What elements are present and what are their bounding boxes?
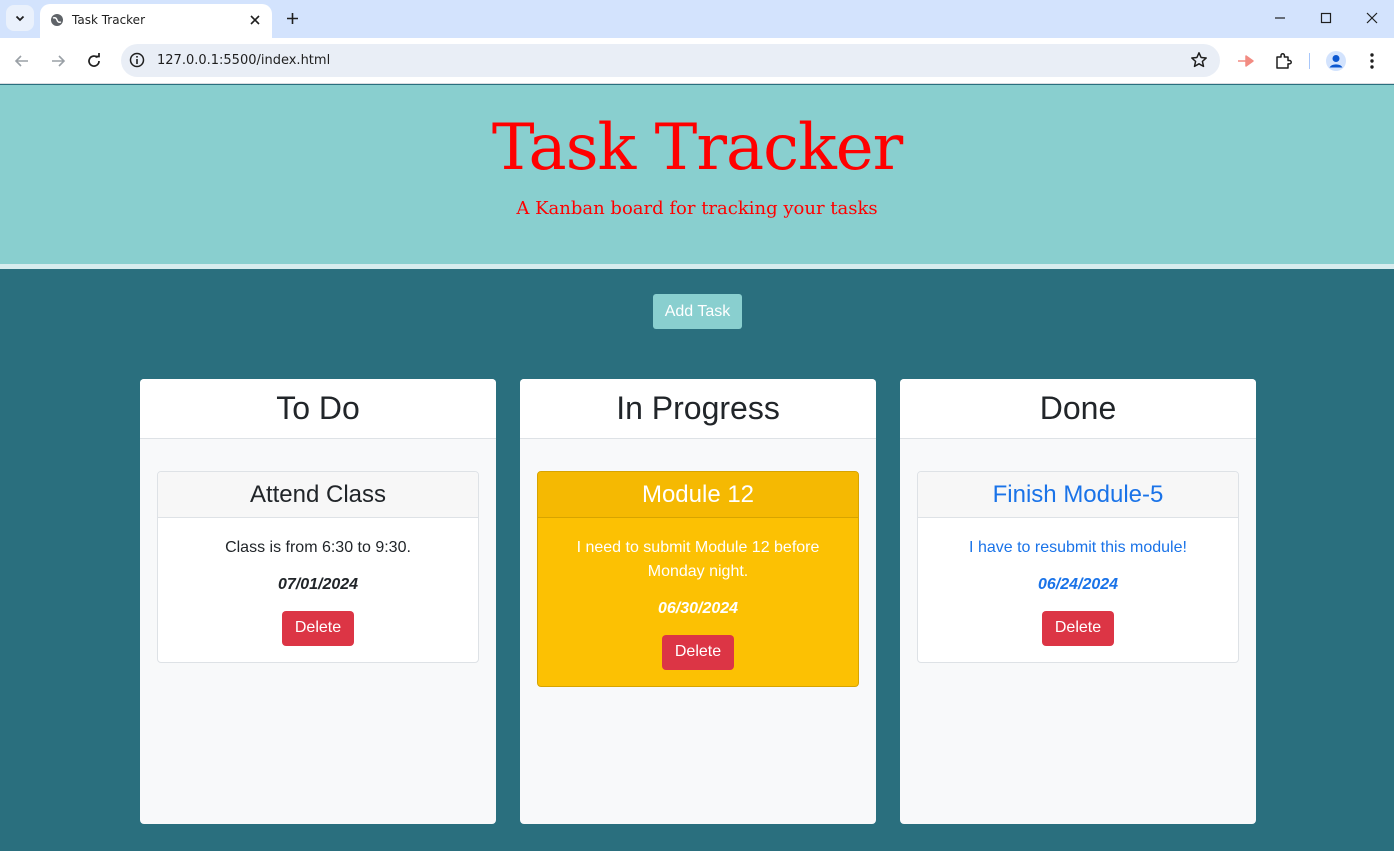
arrow-left-icon xyxy=(14,55,28,67)
task-body: Class is from 6:30 to 9:30. 07/01/2024 D… xyxy=(158,518,478,662)
header-divider xyxy=(0,264,1394,269)
address-bar[interactable]: 127.0.0.1:5500/index.html xyxy=(121,44,1220,77)
task-card[interactable]: Attend Class Class is from 6:30 to 9:30.… xyxy=(157,471,479,663)
profile-button[interactable] xyxy=(1324,49,1348,73)
task-title: Attend Class xyxy=(158,472,478,518)
page-subtitle: A Kanban board for tracking your tasks xyxy=(516,198,878,219)
delete-button[interactable]: Delete xyxy=(661,635,735,670)
task-title: Module 12 xyxy=(538,472,858,518)
puzzle-icon xyxy=(1276,53,1292,69)
globe-icon xyxy=(51,14,63,26)
forward-button[interactable] xyxy=(45,48,71,74)
arrow-right-icon xyxy=(52,55,66,67)
add-task-button[interactable]: Add Task xyxy=(653,294,742,329)
task-due-date: 07/01/2024 xyxy=(277,576,359,593)
extensions-button[interactable] xyxy=(1271,49,1295,73)
tab-close-button[interactable] xyxy=(246,11,264,29)
delete-button[interactable]: Delete xyxy=(281,611,355,646)
maximize-icon xyxy=(1320,12,1332,24)
browser-tab[interactable]: Task Tracker xyxy=(40,4,272,38)
tab-title: Task Tracker xyxy=(72,13,146,27)
lane-todo: To Do Attend Class Class is from 6:30 to… xyxy=(140,379,496,824)
task-title: Finish Module-5 xyxy=(918,472,1238,518)
maximize-button[interactable] xyxy=(1313,6,1339,30)
extension-button[interactable] xyxy=(1234,49,1258,73)
task-card[interactable]: Finish Module-5 I have to resubmit this … xyxy=(917,471,1239,663)
lane-title: To Do xyxy=(140,379,496,439)
lane-done: Done Finish Module-5 I have to resubmit … xyxy=(900,379,1256,824)
task-card[interactable]: Module 12 I need to submit Module 12 bef… xyxy=(537,471,859,687)
browser-tab-strip: Task Tracker xyxy=(0,0,1394,38)
window-close-button[interactable] xyxy=(1359,6,1385,30)
extension-arrow-icon xyxy=(1238,55,1254,67)
chevron-down-icon xyxy=(15,15,25,22)
task-description: I need to submit Module 12 before Monday… xyxy=(576,539,820,580)
close-icon xyxy=(1366,12,1378,24)
plus-icon xyxy=(286,12,298,24)
task-description: I have to resubmit this module! xyxy=(969,539,1187,556)
menu-button[interactable] xyxy=(1360,49,1384,73)
task-body: I need to submit Module 12 before Monday… xyxy=(538,518,858,686)
lane-title: In Progress xyxy=(520,379,876,439)
back-button[interactable] xyxy=(9,48,35,74)
task-due-date: 06/24/2024 xyxy=(1037,576,1119,593)
page-header: Task Tracker A Kanban board for tracking… xyxy=(0,85,1394,264)
toolbar-divider xyxy=(1309,53,1310,69)
avatar-icon xyxy=(1326,51,1346,71)
info-icon[interactable] xyxy=(129,52,145,68)
lane-in-progress: In Progress Module 12 I need to submit M… xyxy=(520,379,876,824)
browser-toolbar: 127.0.0.1:5500/index.html xyxy=(0,38,1394,84)
more-vert-icon xyxy=(1370,53,1374,69)
page-title: Task Tracker xyxy=(491,111,903,185)
reload-button[interactable] xyxy=(81,48,107,74)
new-tab-button[interactable] xyxy=(281,7,303,29)
task-description: Class is from 6:30 to 9:30. xyxy=(225,539,411,556)
close-icon xyxy=(250,15,260,25)
lane-title: Done xyxy=(900,379,1256,439)
star-icon[interactable] xyxy=(1190,51,1208,69)
delete-button[interactable]: Delete xyxy=(1041,611,1115,646)
tab-search-button[interactable] xyxy=(6,5,34,31)
minimize-button[interactable] xyxy=(1267,6,1293,30)
reload-icon xyxy=(88,53,100,67)
task-due-date: 06/30/2024 xyxy=(657,600,739,617)
minimize-icon xyxy=(1275,17,1285,19)
url-text: 127.0.0.1:5500/index.html xyxy=(157,53,331,68)
task-body: I have to resubmit this module! 06/24/20… xyxy=(918,518,1238,662)
